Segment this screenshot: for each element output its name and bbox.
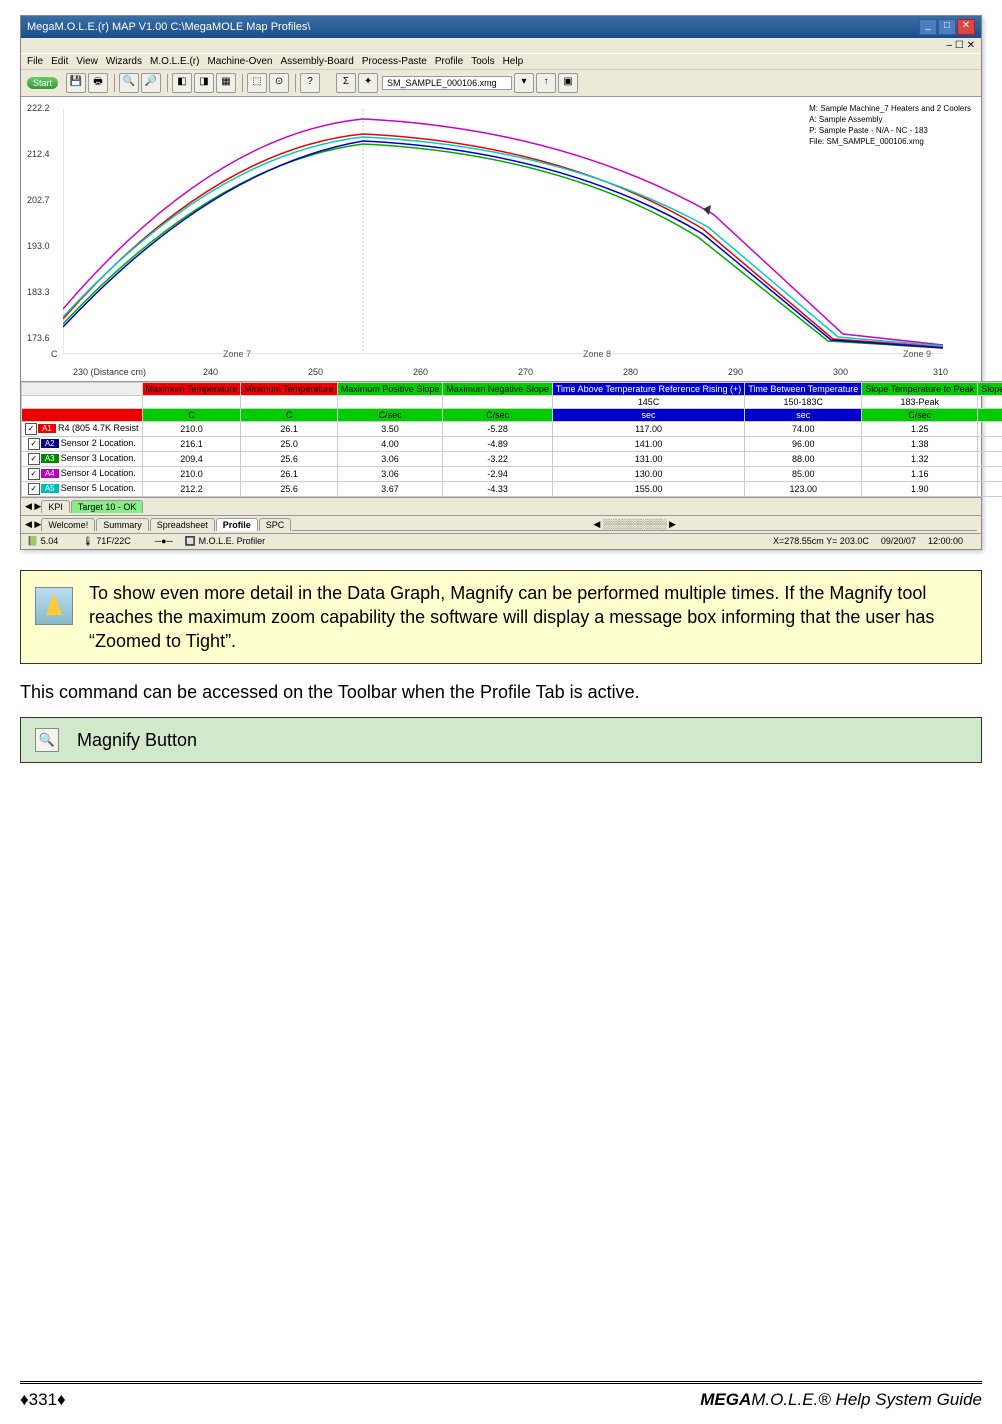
window-title: MegaM.O.L.E.(r) MAP V1.00 C:\MegaMOLE Ma… — [27, 21, 310, 33]
status-bar: 📗 5.04🌡 71F/22C─●─🔲 M.O.L.E. Profiler X=… — [21, 533, 981, 549]
page-number: ♦331♦ — [20, 1390, 66, 1410]
magnify-in-icon[interactable]: 🔍 — [119, 73, 139, 93]
table-row: ✓A2Sensor 2 Location.216.125.04.00-4.891… — [22, 437, 1002, 452]
file-combo[interactable]: SM_SAMPLE_000106.xmg — [382, 76, 512, 90]
lower-tabs-1[interactable]: ◀ ▶ KPI Target 10 - OK — [21, 497, 981, 515]
guide-title: MEGAM.O.L.E.® Help System Guide — [700, 1390, 982, 1410]
start-button[interactable]: Start — [27, 77, 58, 89]
page-footer: ♦331♦ MEGAM.O.L.E.® Help System Guide — [20, 1381, 982, 1424]
table-row: ✓A1R4 (805 4.7K Resist210.026.13.50-5.28… — [22, 422, 1002, 437]
body-paragraph: This command can be accessed on the Tool… — [20, 682, 982, 703]
data-table[interactable]: Maximum Temperature Minimum Temperature … — [21, 381, 1002, 497]
save-icon[interactable]: 💾 — [66, 73, 86, 93]
data-graph[interactable]: M: Sample Machine_7 Heaters and 2 Cooler… — [23, 99, 979, 379]
table-row: ✓A3Sensor 3 Location.209.425.63.06-3.221… — [22, 452, 1002, 467]
note-callout: To show even more detail in the Data Gra… — [20, 570, 982, 664]
table-row: ✓A5Sensor 5 Location.212.225.63.67-4.331… — [22, 482, 1002, 497]
note-text: To show even more detail in the Data Gra… — [89, 581, 967, 653]
app-screenshot: MegaM.O.L.E.(r) MAP V1.00 C:\MegaMOLE Ma… — [20, 15, 982, 550]
help-icon[interactable]: ? — [300, 73, 320, 93]
menu-bar[interactable]: FileEditViewWizardsM.O.L.E.(r)Machine-Ov… — [21, 53, 981, 69]
button-callout: 🔍 Magnify Button — [20, 717, 982, 763]
sub-window-bar: – ☐ ✕ — [21, 38, 981, 53]
print-icon[interactable]: 🖶 — [88, 73, 108, 93]
magnify-icon: 🔍 — [35, 728, 59, 752]
magnify-button-label: Magnify Button — [77, 730, 197, 751]
lower-tabs-2[interactable]: ◀ ▶ Welcome! Summary Spreadsheet Profile… — [21, 515, 981, 533]
title-bar: MegaM.O.L.E.(r) MAP V1.00 C:\MegaMOLE Ma… — [21, 16, 981, 38]
tip-icon — [35, 587, 73, 625]
toolbar[interactable]: Start 💾 🖶 🔍 🔎 ◧◨▦ ⬚⊙ ? Σ ✦ SM_SAMPLE_000… — [21, 69, 981, 97]
window-buttons[interactable]: _□✕ — [918, 19, 975, 35]
table-row: ✓A4Sensor 4 Location.210.026.13.06-2.941… — [22, 467, 1002, 482]
magnify-out-icon[interactable]: 🔎 — [141, 73, 161, 93]
chart-svg — [63, 109, 943, 354]
